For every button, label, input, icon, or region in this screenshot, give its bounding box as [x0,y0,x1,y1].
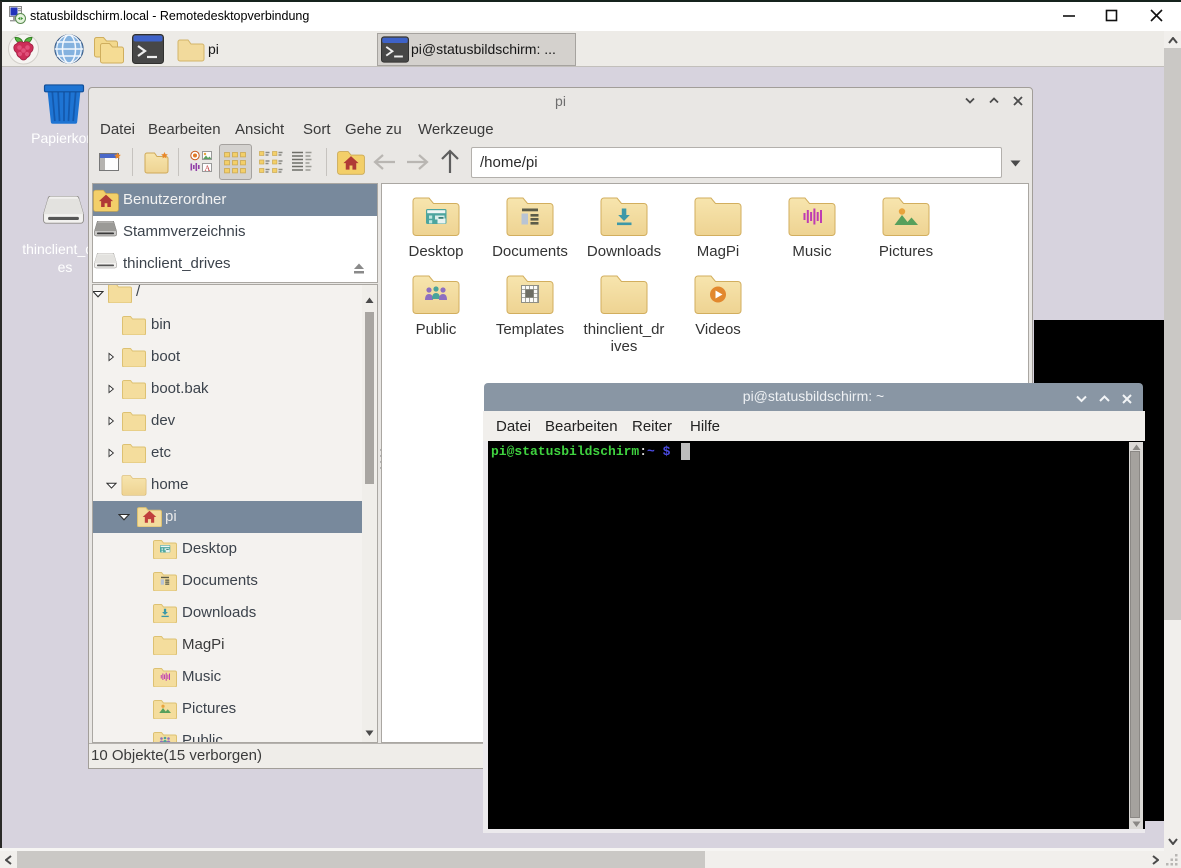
svg-text:A: A [205,164,211,173]
